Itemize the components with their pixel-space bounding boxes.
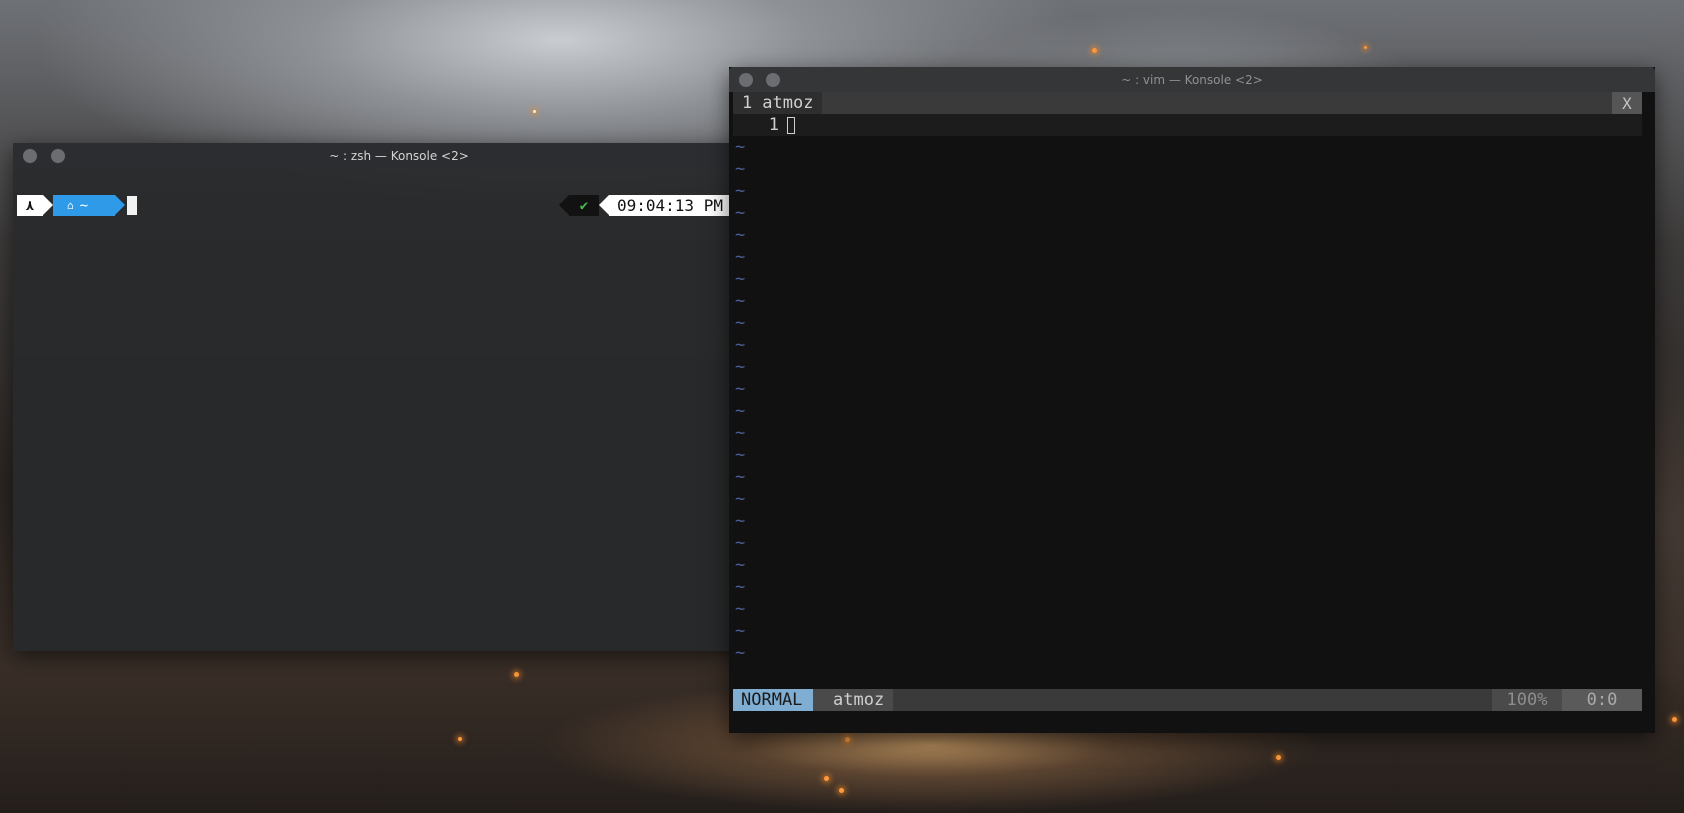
close-tab-button[interactable]: X — [1612, 92, 1642, 114]
tab-name: atmoz — [762, 93, 814, 113]
empty-line-tilde: ~ — [735, 313, 746, 333]
statusline-filename: atmoz — [813, 689, 893, 711]
empty-line-tilde: ~ — [735, 621, 746, 641]
terminal-cursor — [127, 196, 137, 215]
arch-logo-icon: ⋏ — [17, 195, 43, 216]
ember — [458, 737, 462, 741]
powerline-separator — [115, 195, 125, 215]
status-ok-icon: ✔ — [569, 195, 599, 216]
minimize-window-button[interactable] — [766, 73, 780, 87]
empty-line-tilde: ~ — [735, 533, 746, 553]
ember — [514, 672, 519, 677]
empty-line-tilde: ~ — [735, 445, 746, 465]
titlebar[interactable]: ~ : zsh — Konsole <2> — [13, 143, 785, 168]
empty-line-tilde: ~ — [735, 423, 746, 443]
empty-line-tilde: ~ — [735, 357, 746, 377]
vim-konsole-window[interactable]: ~ : vim — Konsole <2> 1 atmoz X 1 ~ ~ ~ ~ ~ ~… — [729, 67, 1655, 733]
empty-line-tilde: ~ — [735, 225, 746, 245]
window-title: ~ : zsh — Konsole <2> — [329, 148, 469, 163]
prompt-path: ~ — [79, 197, 89, 214]
titlebar[interactable]: ~ : vim — Konsole <2> — [729, 67, 1655, 92]
vim-editor[interactable]: 1 atmoz X 1 ~ ~ ~ ~ ~ ~ ~ ~ ~ ~ ~ ~ ~ ~ ~ ~ ~ ~ ~ ~ ~ ~ ~ ~ NOR… — [733, 92, 1642, 733]
empty-line-tilde: ~ — [735, 335, 746, 355]
empty-line-tilde: ~ — [735, 643, 746, 663]
empty-line-tilde: ~ — [735, 159, 746, 179]
terminal-area[interactable]: ⋏ ⌂ ~ ✔ 09:04:13 PM — [13, 168, 785, 651]
vim-tabline: 1 atmoz X — [733, 92, 1642, 114]
ember — [533, 110, 536, 113]
tab-number: 1 — [742, 93, 753, 113]
powerline-separator — [559, 195, 569, 215]
ember — [1364, 46, 1367, 49]
vim-command-line[interactable] — [733, 711, 1642, 733]
prompt-time: 09:04:13 PM — [617, 196, 723, 215]
ember — [1672, 717, 1677, 722]
cursor-line[interactable]: 1 — [733, 114, 1642, 136]
empty-line-tilde: ~ — [735, 401, 746, 421]
empty-line-tilde: ~ — [735, 489, 746, 509]
vim-statusline: NORMAL atmoz 100% 0:0 — [733, 689, 1642, 711]
empty-line-tilde: ~ — [735, 181, 746, 201]
empty-line-tilde: ~ — [735, 467, 746, 487]
ember — [845, 737, 850, 742]
empty-line-tilde: ~ — [735, 291, 746, 311]
empty-line-tilde: ~ — [735, 137, 746, 157]
ember — [839, 788, 844, 793]
close-window-button[interactable] — [23, 149, 37, 163]
minimize-window-button[interactable] — [51, 149, 65, 163]
scroll-percent: 100% — [1492, 689, 1562, 711]
cursor-position: 0:0 — [1562, 689, 1642, 711]
empty-line-tilde: ~ — [735, 379, 746, 399]
vim-tab[interactable]: 1 atmoz — [733, 92, 822, 114]
vim-cursor — [787, 117, 795, 134]
prompt-path-segment: ⌂ ~ — [53, 195, 115, 216]
mode-indicator: NORMAL — [733, 689, 813, 711]
empty-line-tilde: ~ — [735, 269, 746, 289]
empty-line-gutter: ~ ~ ~ ~ ~ ~ ~ ~ ~ ~ ~ ~ ~ ~ ~ ~ ~ ~ ~ ~ ~ ~ ~ ~ — [733, 136, 787, 704]
window-title: ~ : vim — Konsole <2> — [1121, 72, 1263, 87]
ember — [1092, 48, 1097, 53]
empty-line-tilde: ~ — [735, 577, 746, 597]
line-number: 1 — [768, 115, 779, 135]
zsh-konsole-window[interactable]: ~ : zsh — Konsole <2> ⋏ ⌂ ~ ✔ 09:04:13 P… — [13, 143, 785, 651]
powerline-separator — [599, 195, 609, 215]
empty-line-tilde: ~ — [735, 511, 746, 531]
close-window-button[interactable] — [739, 73, 753, 87]
empty-line-tilde: ~ — [735, 203, 746, 223]
ember — [824, 776, 829, 781]
powerline-separator — [43, 195, 53, 215]
empty-line-tilde: ~ — [735, 599, 746, 619]
home-icon: ⌂ — [67, 199, 74, 212]
ember — [1276, 755, 1281, 760]
empty-line-tilde: ~ — [735, 555, 746, 575]
empty-line-tilde: ~ — [735, 247, 746, 267]
